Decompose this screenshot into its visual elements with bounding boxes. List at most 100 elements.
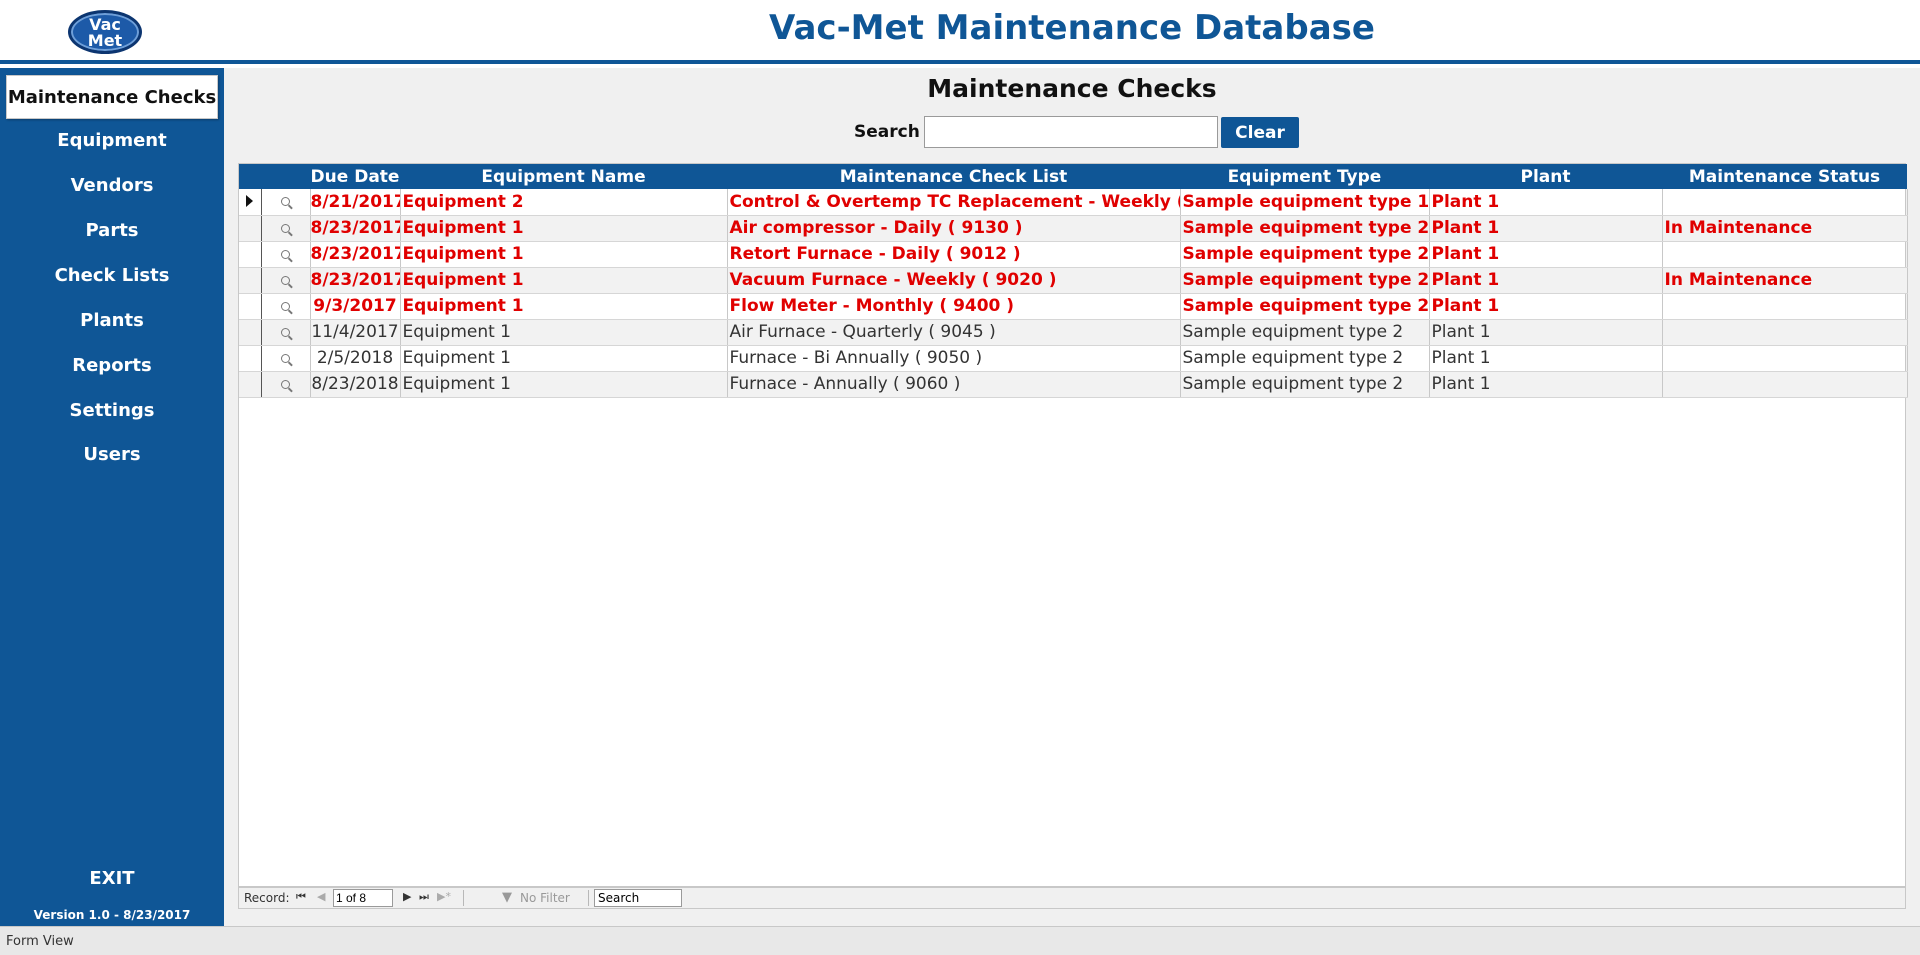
cell-plant[interactable]: Plant 1 xyxy=(1429,189,1663,216)
cell-maintenance-status[interactable]: In Maintenance xyxy=(1662,215,1908,242)
table-row[interactable]: 11/4/2017 Equipment 1 Air Furnace - Quar… xyxy=(239,319,1908,346)
cell-check-list[interactable]: Vacuum Furnace - Weekly ( 9020 ) xyxy=(727,267,1181,294)
cell-check-list[interactable]: Furnace - Bi Annually ( 9050 ) xyxy=(727,345,1181,372)
cell-plant[interactable]: Plant 1 xyxy=(1429,215,1663,242)
row-selector[interactable] xyxy=(239,293,262,320)
table-row[interactable]: 8/23/2018 Equipment 1 Furnace - Annually… xyxy=(239,371,1908,398)
header-maintenance-status[interactable]: Maintenance Status xyxy=(1662,164,1907,189)
magnifier-icon xyxy=(281,249,290,259)
search-input[interactable] xyxy=(924,116,1218,148)
cell-equipment-name[interactable]: Equipment 1 xyxy=(400,371,728,398)
next-record-icon[interactable]: ▶ xyxy=(403,890,411,903)
row-detail-button[interactable] xyxy=(261,319,311,346)
sidebar-item-settings[interactable]: Settings xyxy=(6,389,218,433)
row-detail-button[interactable] xyxy=(261,241,311,268)
header-equipment-type[interactable]: Equipment Type xyxy=(1180,164,1429,189)
cell-maintenance-status[interactable] xyxy=(1662,371,1908,398)
cell-maintenance-status[interactable] xyxy=(1662,319,1908,346)
cell-due-date[interactable]: 8/21/2017 xyxy=(310,189,401,216)
row-selector[interactable] xyxy=(239,267,262,294)
row-selector[interactable] xyxy=(239,241,262,268)
table-row[interactable]: 2/5/2018 Equipment 1 Furnace - Bi Annual… xyxy=(239,345,1908,372)
clear-button[interactable]: Clear xyxy=(1221,117,1299,148)
sidebar-item-check-lists[interactable]: Check Lists xyxy=(6,254,218,298)
cell-due-date[interactable]: 8/23/2017 xyxy=(310,241,401,268)
sidebar-item-plants[interactable]: Plants xyxy=(6,299,218,343)
cell-equipment-type[interactable]: Sample equipment type 2 xyxy=(1180,293,1430,320)
row-selector[interactable] xyxy=(239,189,262,216)
cell-check-list[interactable]: Retort Furnace - Daily ( 9012 ) xyxy=(727,241,1181,268)
cell-due-date[interactable]: 8/23/2017 xyxy=(310,267,401,294)
sidebar-item-parts[interactable]: Parts xyxy=(6,209,218,253)
cell-plant[interactable]: Plant 1 xyxy=(1429,267,1663,294)
cell-maintenance-status[interactable]: In Maintenance xyxy=(1662,267,1908,294)
cell-equipment-name[interactable]: Equipment 1 xyxy=(400,293,728,320)
cell-check-list[interactable]: Flow Meter - Monthly ( 9400 ) xyxy=(727,293,1181,320)
header-maintenance-check-list[interactable]: Maintenance Check List xyxy=(727,164,1180,189)
cell-equipment-name[interactable]: Equipment 1 xyxy=(400,215,728,242)
sidebar-item-users[interactable]: Users xyxy=(6,433,218,477)
row-detail-button[interactable] xyxy=(261,215,311,242)
cell-maintenance-status[interactable] xyxy=(1662,241,1908,268)
cell-equipment-type[interactable]: Sample equipment type 2 xyxy=(1180,319,1430,346)
table-row[interactable]: 8/21/2017 Equipment 2 Control & Overtemp… xyxy=(239,189,1908,216)
cell-check-list[interactable]: Air compressor - Daily ( 9130 ) xyxy=(727,215,1181,242)
row-selector[interactable] xyxy=(239,371,262,398)
cell-equipment-name[interactable]: Equipment 1 xyxy=(400,267,728,294)
no-filter-icon[interactable]: ▼ xyxy=(502,890,512,905)
previous-record-icon[interactable]: ◀ xyxy=(317,890,325,903)
row-selector[interactable] xyxy=(239,215,262,242)
cell-equipment-type[interactable]: Sample equipment type 2 xyxy=(1180,267,1430,294)
sidebar-item-equipment[interactable]: Equipment xyxy=(6,119,218,163)
cell-equipment-name[interactable]: Equipment 2 xyxy=(400,189,728,216)
cell-equipment-type[interactable]: Sample equipment type 2 xyxy=(1180,345,1430,372)
sidebar-item-vendors[interactable]: Vendors xyxy=(6,164,218,208)
cell-equipment-type[interactable]: Sample equipment type 2 xyxy=(1180,241,1430,268)
row-detail-button[interactable] xyxy=(261,371,311,398)
table-row[interactable]: 8/23/2017 Equipment 1 Vacuum Furnace - W… xyxy=(239,267,1908,294)
cell-equipment-name[interactable]: Equipment 1 xyxy=(400,241,728,268)
row-selector[interactable] xyxy=(239,319,262,346)
new-record-icon[interactable]: ▶* xyxy=(437,890,451,903)
cell-due-date[interactable]: 2/5/2018 xyxy=(310,345,401,372)
exit-button[interactable]: EXIT xyxy=(6,864,218,894)
cell-due-date[interactable]: 11/4/2017 xyxy=(310,319,401,346)
last-record-icon[interactable]: ⏭ xyxy=(419,890,429,904)
cell-due-date[interactable]: 8/23/2017 xyxy=(310,215,401,242)
cell-maintenance-status[interactable] xyxy=(1662,293,1908,320)
first-record-icon[interactable]: ⏮ xyxy=(296,890,306,904)
row-detail-button[interactable] xyxy=(261,345,311,372)
cell-equipment-type[interactable]: Sample equipment type 1 xyxy=(1180,189,1430,216)
row-detail-button[interactable] xyxy=(261,293,311,320)
header-equipment-name[interactable]: Equipment Name xyxy=(400,164,727,189)
cell-plant[interactable]: Plant 1 xyxy=(1429,241,1663,268)
cell-check-list[interactable]: Control & Overtemp TC Replacement - Week… xyxy=(727,189,1181,216)
cell-equipment-name[interactable]: Equipment 1 xyxy=(400,319,728,346)
header-plant[interactable]: Plant xyxy=(1429,164,1662,189)
cell-equipment-type[interactable]: Sample equipment type 2 xyxy=(1180,371,1430,398)
table-row[interactable]: 8/23/2017 Equipment 1 Retort Furnace - D… xyxy=(239,241,1908,268)
cell-maintenance-status[interactable] xyxy=(1662,189,1908,216)
sidebar-item-reports[interactable]: Reports xyxy=(6,344,218,388)
cell-check-list[interactable]: Air Furnace - Quarterly ( 9045 ) xyxy=(727,319,1181,346)
row-detail-button[interactable] xyxy=(261,189,311,216)
cell-equipment-name[interactable]: Equipment 1 xyxy=(400,345,728,372)
record-search-input[interactable] xyxy=(594,889,682,907)
table-row[interactable]: 9/3/2017 Equipment 1 Flow Meter - Monthl… xyxy=(239,293,1908,320)
cell-plant[interactable]: Plant 1 xyxy=(1429,293,1663,320)
no-filter-label[interactable]: No Filter xyxy=(520,891,570,905)
header-due-date[interactable]: Due Date xyxy=(310,164,400,189)
row-detail-button[interactable] xyxy=(261,267,311,294)
table-row[interactable]: 8/23/2017 Equipment 1 Air compressor - D… xyxy=(239,215,1908,242)
cell-equipment-type[interactable]: Sample equipment type 2 xyxy=(1180,215,1430,242)
cell-due-date[interactable]: 9/3/2017 xyxy=(310,293,401,320)
current-record-field[interactable] xyxy=(333,889,393,907)
cell-due-date[interactable]: 8/23/2018 xyxy=(310,371,401,398)
sidebar-item-maintenance-checks[interactable]: Maintenance Checks xyxy=(6,75,218,119)
cell-maintenance-status[interactable] xyxy=(1662,345,1908,372)
row-selector[interactable] xyxy=(239,345,262,372)
cell-plant[interactable]: Plant 1 xyxy=(1429,345,1663,372)
cell-plant[interactable]: Plant 1 xyxy=(1429,319,1663,346)
cell-check-list[interactable]: Furnace - Annually ( 9060 ) xyxy=(727,371,1181,398)
cell-plant[interactable]: Plant 1 xyxy=(1429,371,1663,398)
